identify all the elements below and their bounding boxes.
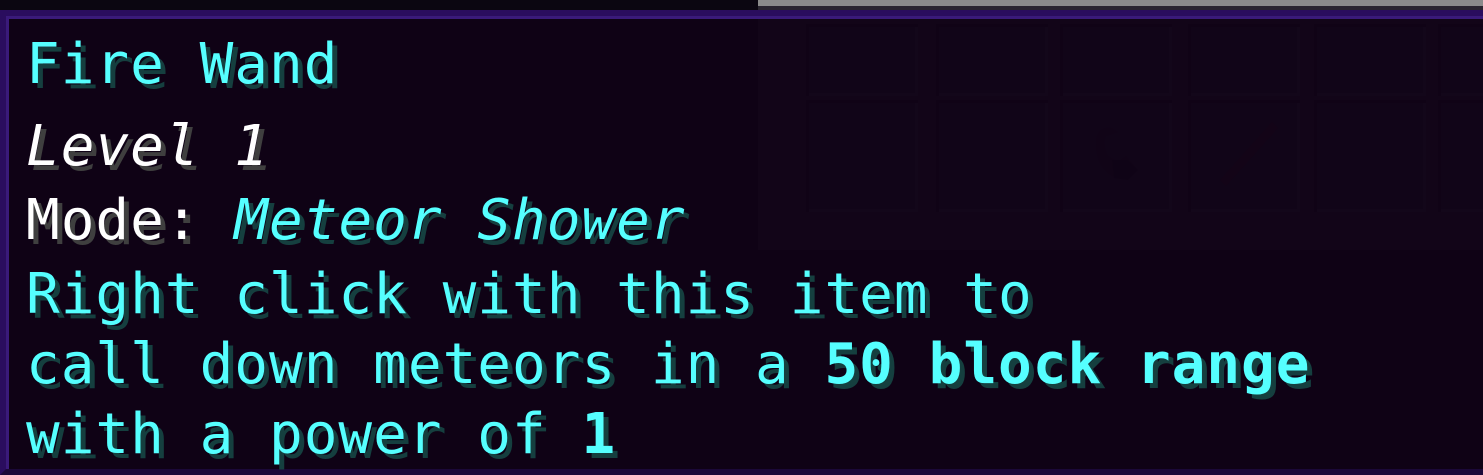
block-range-highlight: 50 block range — [824, 332, 1311, 397]
mode-label: Mode: — [26, 188, 200, 253]
mode-value: Meteor Shower — [234, 188, 686, 253]
inventory-top-border — [758, 0, 1483, 6]
game-screen: Fire Wand Level 1 Mode: Meteor Shower Ri… — [0, 0, 1483, 475]
item-tooltip: Fire Wand Level 1 Mode: Meteor Shower Ri… — [0, 10, 1483, 475]
description-text-3: with a power of — [26, 402, 547, 467]
description-line-2: call down meteors in a 50 block range — [26, 330, 1310, 400]
level-text: Level 1 — [26, 114, 270, 179]
item-mode: Mode: Meteor Shower — [26, 186, 686, 256]
item-level: Level 1 — [26, 112, 269, 182]
item-name-text: Fire Wand — [26, 32, 339, 97]
description-line-3: with a power of 1 — [26, 400, 616, 470]
item-name: Fire Wand — [26, 30, 338, 100]
description-text-1: Right click with this item to — [26, 262, 1033, 327]
description-text-2: call down meteors in a — [26, 332, 790, 397]
power-highlight: 1 — [581, 402, 617, 467]
description-line-1: Right click with this item to — [26, 260, 1033, 330]
